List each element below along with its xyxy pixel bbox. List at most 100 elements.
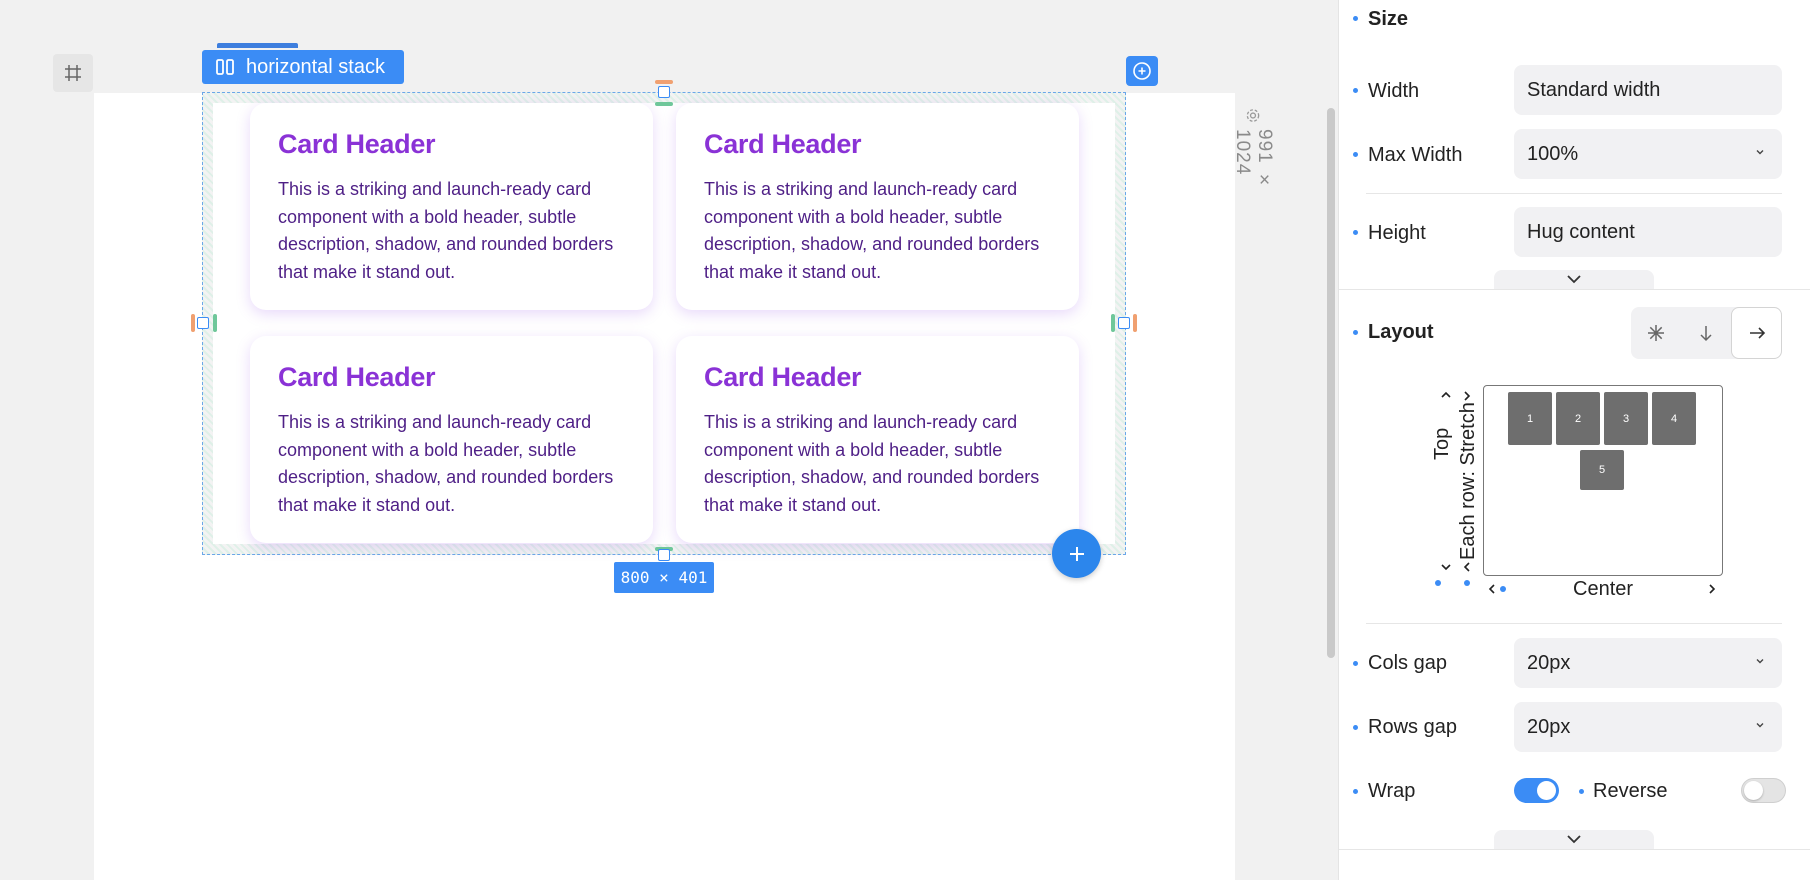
card-description[interactable]: This is a striking and launch-ready card… xyxy=(704,176,1051,286)
margin-left-handle[interactable] xyxy=(213,314,217,332)
frame-icon xyxy=(65,65,81,81)
wrap-toggle[interactable] xyxy=(1514,778,1559,803)
vertical-align-value[interactable]: Top xyxy=(1431,428,1454,460)
size-section-title: Size xyxy=(1368,8,1409,30)
height-value: Hug content xyxy=(1527,220,1635,243)
toggle-knob xyxy=(1744,781,1763,800)
max-width-select[interactable]: 100% xyxy=(1514,129,1782,179)
padding-left-handle[interactable] xyxy=(191,314,195,332)
chevron-down-icon xyxy=(1567,275,1581,284)
width-value: Standard width xyxy=(1527,78,1661,101)
chevron-right-icon[interactable] xyxy=(1461,389,1473,403)
resize-handle-left[interactable] xyxy=(197,317,209,329)
add-element-button[interactable] xyxy=(1052,529,1101,578)
card-header[interactable]: Card Header xyxy=(278,362,625,393)
size-expand-button[interactable] xyxy=(1494,270,1654,290)
layout-vertical-option[interactable] xyxy=(1681,307,1731,359)
page-size-indicator[interactable]: 991 × 1024 xyxy=(1232,108,1275,238)
properties-panel: Size Width Standard width Max Width 100%… xyxy=(1338,0,1810,880)
card-header[interactable]: Card Header xyxy=(278,129,625,160)
asterisk-icon xyxy=(1648,325,1664,341)
card[interactable]: Card Header This is a striking and launc… xyxy=(250,103,653,310)
width-select[interactable]: Standard width xyxy=(1514,65,1782,115)
chevron-right-icon[interactable] xyxy=(1706,582,1718,596)
frame-tool-button[interactable] xyxy=(53,54,93,92)
chevron-down-icon xyxy=(1756,723,1764,728)
width-label: Width xyxy=(1368,80,1420,102)
modified-indicator-dot xyxy=(1579,789,1584,794)
modified-indicator-dot xyxy=(1353,661,1358,666)
page-size-text: 991 × 1024 xyxy=(1232,129,1275,193)
max-width-value: 100% xyxy=(1527,142,1579,165)
modified-indicator-dot xyxy=(1353,725,1358,730)
alignment-preview[interactable]: 1 2 3 4 5 xyxy=(1483,385,1723,576)
modified-indicator-dot xyxy=(1353,152,1358,157)
horizontal-align-value[interactable]: Center xyxy=(1573,578,1633,601)
padding-top-handle[interactable] xyxy=(655,80,673,84)
max-width-label: Max Width xyxy=(1368,144,1463,166)
modified-indicator-dot xyxy=(1353,230,1358,235)
row-align-value[interactable]: Each row: Stretch xyxy=(1457,402,1480,560)
divider xyxy=(1366,623,1782,624)
horizontal-stack[interactable]: Card Header This is a striking and launc… xyxy=(202,92,1126,555)
chevron-down-icon xyxy=(1567,835,1581,844)
card[interactable]: Card Header This is a striking and launc… xyxy=(676,336,1079,543)
chevron-up-icon[interactable] xyxy=(1439,389,1453,401)
rows-gap-value: 20px xyxy=(1527,715,1571,738)
plus-icon xyxy=(1069,546,1084,561)
card-description[interactable]: This is a striking and launch-ready card… xyxy=(278,409,625,519)
modified-indicator-dot xyxy=(1353,330,1358,335)
rows-gap-label: Rows gap xyxy=(1368,716,1457,738)
card-header[interactable]: Card Header xyxy=(704,362,1051,393)
chevron-left-icon[interactable] xyxy=(1461,560,1473,574)
resize-handle-top[interactable] xyxy=(658,86,670,98)
preview-cell: 5 xyxy=(1580,450,1624,490)
card-header[interactable]: Card Header xyxy=(704,129,1051,160)
layout-horizontal-option[interactable] xyxy=(1731,307,1782,359)
layout-section-title: Layout xyxy=(1368,321,1434,343)
layout-direction-control xyxy=(1631,307,1782,359)
add-comment-button[interactable] xyxy=(1126,56,1158,86)
chevron-down-icon xyxy=(1756,659,1764,664)
cols-gap-value: 20px xyxy=(1527,651,1571,674)
card[interactable]: Card Header This is a striking and launc… xyxy=(250,336,653,543)
modified-indicator-dot xyxy=(1353,88,1358,93)
preview-cell: 4 xyxy=(1652,392,1696,445)
layout-grid-option[interactable] xyxy=(1631,307,1681,359)
layout-expand-button[interactable] xyxy=(1494,830,1654,850)
resize-handle-bottom[interactable] xyxy=(658,549,670,561)
design-canvas[interactable]: horizontal stack 991 × 1024 Card Header … xyxy=(0,0,1338,880)
columns-icon xyxy=(216,59,234,75)
chevron-down-icon xyxy=(1756,150,1764,155)
margin-top-handle[interactable] xyxy=(655,102,673,106)
modified-indicator-dot xyxy=(1353,789,1358,794)
section-divider xyxy=(1339,289,1810,290)
arrow-right-icon xyxy=(1749,327,1765,339)
rows-gap-select[interactable]: 20px xyxy=(1514,702,1782,752)
arrow-down-icon xyxy=(1700,326,1712,342)
reverse-label: Reverse xyxy=(1593,780,1668,802)
cols-gap-select[interactable]: 20px xyxy=(1514,638,1782,688)
chevron-down-icon[interactable] xyxy=(1439,561,1453,573)
reverse-toggle[interactable] xyxy=(1741,778,1786,803)
padding-right-handle[interactable] xyxy=(1133,314,1137,332)
margin-right-handle[interactable] xyxy=(1111,314,1115,332)
divider xyxy=(1366,193,1782,194)
comment-icon xyxy=(1133,62,1151,80)
card[interactable]: Card Header This is a striking and launc… xyxy=(676,103,1079,310)
preview-cell: 3 xyxy=(1604,392,1648,445)
card-description[interactable]: This is a striking and launch-ready card… xyxy=(278,176,625,286)
chevron-left-icon[interactable] xyxy=(1486,582,1498,596)
resize-handle-right[interactable] xyxy=(1118,317,1130,329)
component-type-tag[interactable]: horizontal stack xyxy=(202,50,404,84)
component-type-label: horizontal stack xyxy=(246,55,385,78)
canvas-scrollbar[interactable] xyxy=(1327,108,1335,658)
card-description[interactable]: This is a striking and launch-ready card… xyxy=(704,409,1051,519)
wrap-label: Wrap xyxy=(1368,780,1416,802)
selection-size-badge: 800 × 401 xyxy=(614,562,714,593)
cols-gap-label: Cols gap xyxy=(1368,652,1447,674)
height-select[interactable]: Hug content xyxy=(1514,207,1782,257)
modified-indicator-dot xyxy=(1435,580,1441,586)
preview-cell: 2 xyxy=(1556,392,1600,445)
height-label: Height xyxy=(1368,222,1426,244)
